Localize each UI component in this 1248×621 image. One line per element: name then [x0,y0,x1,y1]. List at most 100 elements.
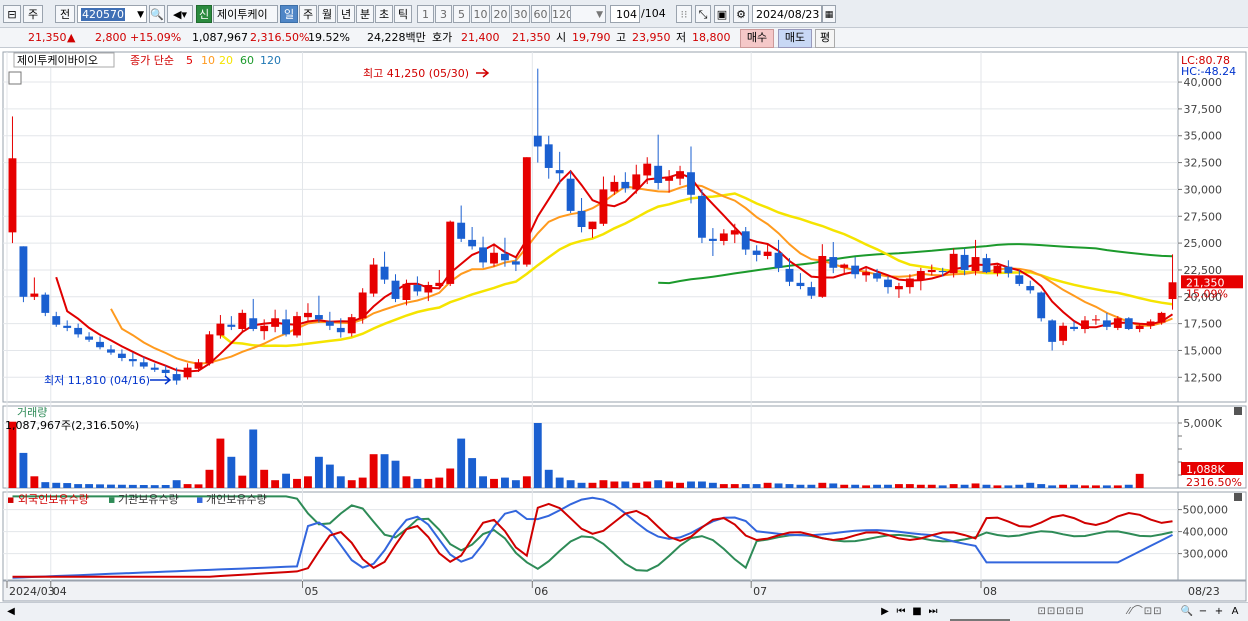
font-size-icon[interactable]: A [1228,605,1242,619]
chart-area[interactable]: 12,500 15,000 17,500 20,000 22,500 25,000 27,5… [0,50,1248,602]
zoom-in-icon[interactable]: + [1212,605,1226,619]
chevron-down-icon[interactable]: ▼ [137,6,144,24]
volume-bar [796,484,805,488]
calendar-icon[interactable]: ▦ [822,5,836,23]
volume-bar [1124,484,1133,488]
analysis-tools-icons[interactable]: ⁄⁄⌒⊡⊡ [1110,605,1180,619]
volume-bar [566,480,575,488]
stop-icon[interactable]: ■ [910,605,924,619]
candle-body [435,282,444,287]
tab-1[interactable]: 주 [299,5,317,23]
tools-icon[interactable]: ⤡ [695,5,711,23]
y-tick-label: 25,000 [1184,237,1223,250]
tab-2[interactable]: 월 [318,5,336,23]
rewind-icon[interactable]: ⏮ [894,605,908,619]
candle-body [654,165,663,183]
current-price: 21,350 [28,31,67,44]
eval-button[interactable]: 평 [815,29,835,48]
candle-body [304,312,312,318]
candle-body [960,254,969,270]
zoom-out-icon[interactable]: − [1196,605,1210,619]
x-axis-strip [2,580,1247,602]
zoom-slider[interactable] [950,605,1010,621]
candle-body [632,174,641,190]
tab-0[interactable]: 일 [280,5,298,23]
high-price: 23,950 [632,31,671,44]
tab-3[interactable]: 년 [337,5,355,23]
up-arrow-icon: ▲ [67,31,76,44]
candle-body [730,230,739,235]
candle-body [501,253,509,261]
institution-legend-label: 기관보유수량 [118,493,179,506]
interval-5[interactable]: 5 [453,5,470,23]
code-input[interactable]: 420570 ▼ [77,5,147,23]
candle-body [1037,292,1046,319]
tab-5[interactable]: 초 [375,5,393,23]
volume-bar [949,484,958,488]
y-tick-label: 5,000K [1183,417,1222,430]
volume-bar [785,484,794,488]
date-input[interactable]: 2024/08/23 [752,5,822,23]
volume-bar [884,484,892,488]
chart-pane-3 [2,491,1247,581]
interval-dropdown[interactable]: ▼ [570,5,606,23]
interval-1[interactable]: 1 [417,5,434,23]
period-select[interactable]: 주 [23,5,43,23]
candle-body [271,318,280,327]
price-change-pct: +15.09% [130,31,182,44]
search-icon[interactable]: 🔍 [1180,605,1194,619]
candle-body [763,251,772,256]
candle-body [107,349,115,353]
chart-scrollbar[interactable]: ◀ ▶ ⏮ ■ ⏭ ⊡⊡⊡⊡⊡ ⁄⁄⌒⊡⊡ 🔍 − + A [0,602,1248,621]
interval-20[interactable]: 20 [491,5,510,23]
volume-bar [555,477,564,488]
scroll-left-icon[interactable]: ◀ [4,605,18,619]
candle-body [85,336,94,340]
interval-60[interactable]: 60 [531,5,550,23]
candle-body [982,258,991,273]
grid-icon[interactable]: ⁝⁝ [676,5,692,23]
volume-bar [752,484,761,488]
institution-legend-marker: ▪ [108,493,115,506]
fast-forward-icon[interactable]: ⏭ [926,605,940,619]
ma-legend-120: 120 [260,54,281,67]
candle-body [1048,320,1057,342]
volume-bar [304,476,312,488]
candle-body [183,367,192,378]
candle-body [238,312,247,329]
volume-bar [19,452,28,488]
stock-chart[interactable]: 12,50015,00017,50020,00022,50025,00027,5… [0,50,1248,602]
candle-body [741,231,750,250]
volume-bar [358,477,367,488]
tab-6[interactable]: 틱 [394,5,412,23]
volume-bar [336,476,345,488]
candle-body [402,283,411,301]
save-icon[interactable]: ▣ [714,5,730,23]
gear-icon[interactable]: ⚙ [733,5,749,23]
buy-button[interactable]: 매수 [740,29,774,48]
volume-bar [588,482,597,488]
prev-button[interactable]: 전 [55,5,75,23]
window-menu-icon[interactable]: ⊟ [3,5,21,23]
volume-value: 1,087,967 [192,31,248,44]
volume-bar [402,476,411,488]
count-total: /104 [641,7,666,20]
interval-30[interactable]: 30 [511,5,530,23]
individual-legend-marker: ▪ [196,493,203,506]
interval-3[interactable]: 3 [435,5,452,23]
candle-body [1091,319,1100,321]
volume-bar [905,484,914,488]
volume-bar [730,484,739,488]
scroll-right-icon[interactable]: ▶ [878,605,892,619]
candle-body [96,341,104,348]
sell-button[interactable]: 매도 [778,29,812,48]
interval-10[interactable]: 10 [471,5,490,23]
y-tick-label: 37,500 [1184,103,1223,116]
speaker-icon[interactable]: ◀▾ [167,5,193,23]
stock-name: 제이투케이 [213,5,278,23]
tab-4[interactable]: 분 [356,5,374,23]
drawing-tools-icons[interactable]: ⊡⊡⊡⊡⊡ [1016,605,1106,619]
search-icon[interactable]: 🔍 [149,5,165,23]
candle-body [369,264,378,294]
count-input[interactable]: 104 [610,5,640,23]
